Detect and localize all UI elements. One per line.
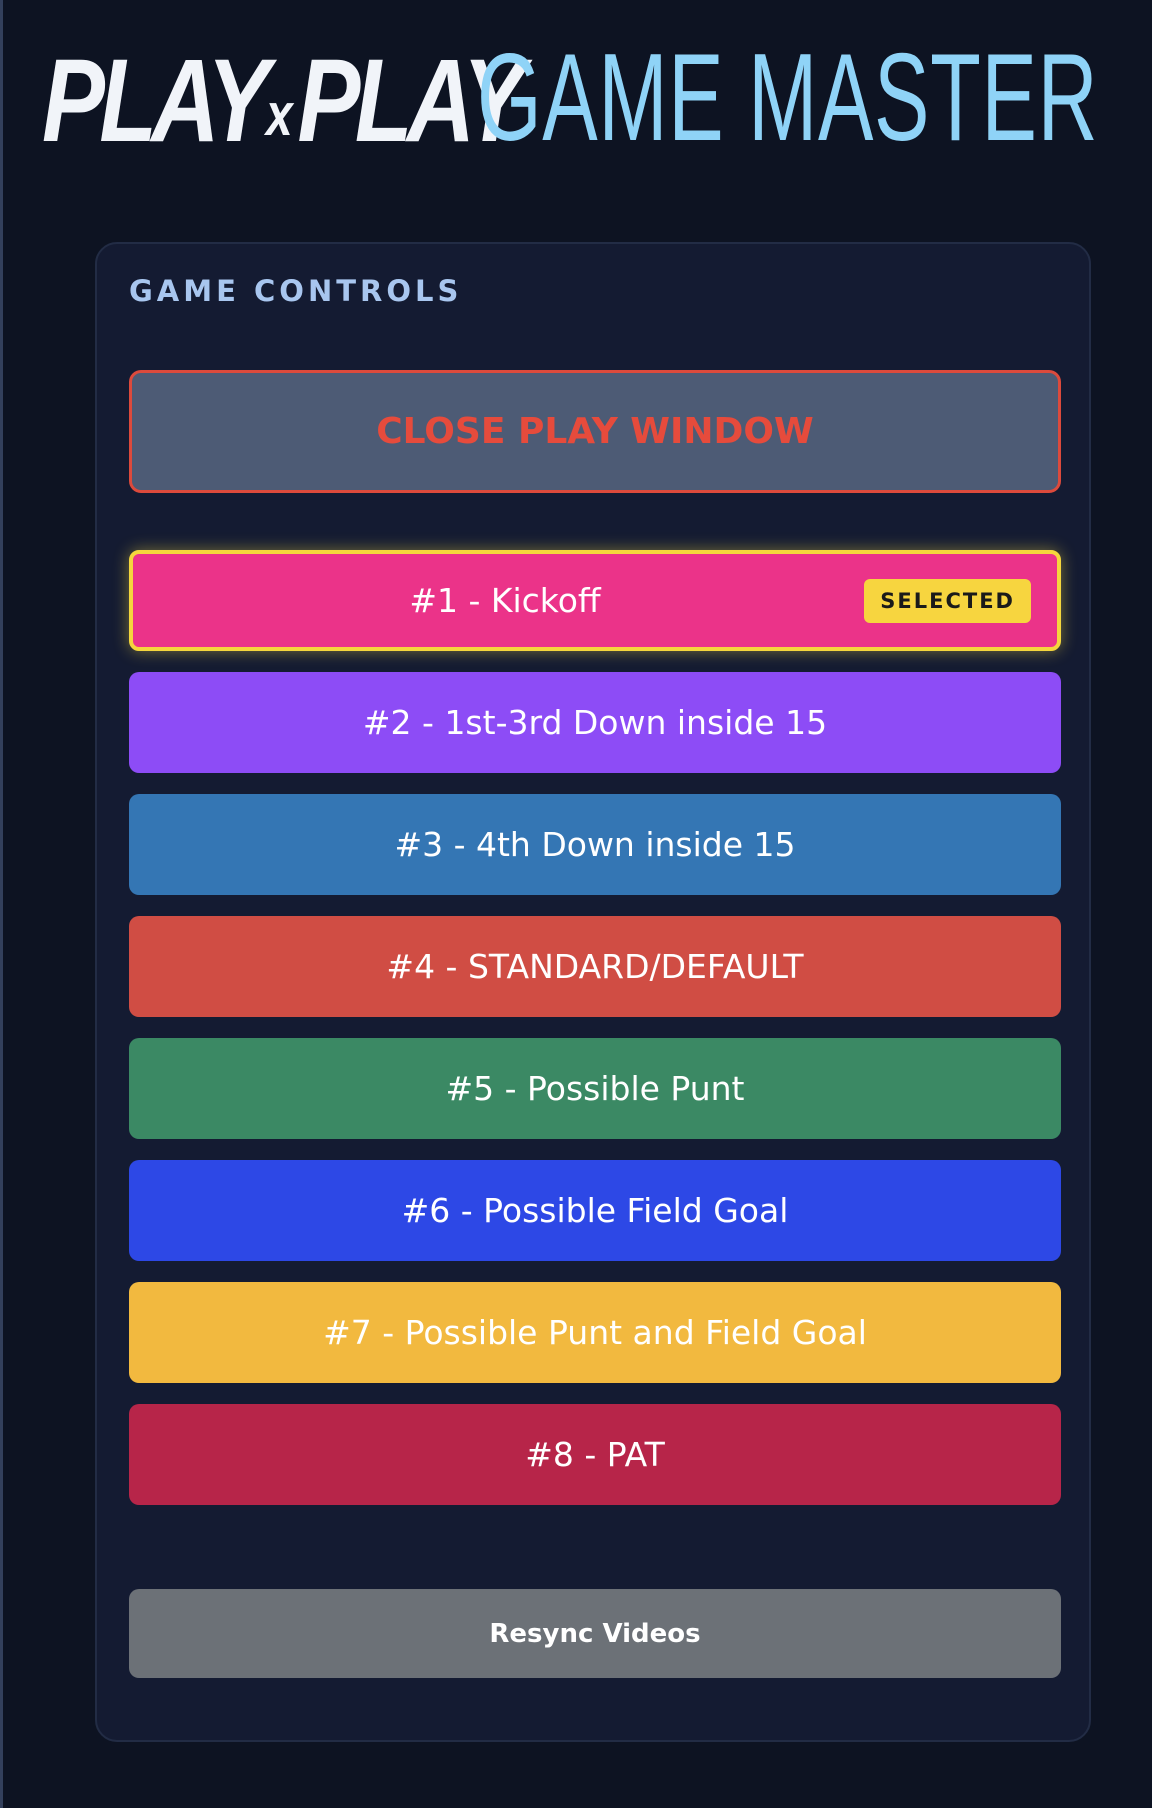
play-label: #7 - Possible Punt and Field Goal xyxy=(323,1313,867,1352)
app-header: PLAYxPLAY GAME MASTER xyxy=(42,36,1152,160)
play-button-2[interactable]: #2 - 1st-3rd Down inside 15 xyxy=(129,672,1061,773)
logo-text-x: x xyxy=(265,81,293,148)
play-button-7[interactable]: #7 - Possible Punt and Field Goal xyxy=(129,1282,1061,1383)
play-button-1[interactable]: #1 - Kickoff SELECTED xyxy=(129,550,1061,651)
resync-videos-button[interactable]: Resync Videos xyxy=(129,1589,1061,1678)
play-button-8[interactable]: #8 - PAT xyxy=(129,1404,1061,1505)
play-label: #1 - Kickoff xyxy=(409,581,601,620)
play-label: #3 - 4th Down inside 15 xyxy=(394,825,796,864)
play-button-5[interactable]: #5 - Possible Punt xyxy=(129,1038,1061,1139)
app-title: GAME MASTER xyxy=(477,29,1099,167)
logo-text-play-1: PLAY xyxy=(42,35,270,167)
play-button-3[interactable]: #3 - 4th Down inside 15 xyxy=(129,794,1061,895)
play-label: #4 - STANDARD/DEFAULT xyxy=(386,947,804,986)
play-label: #8 - PAT xyxy=(525,1435,665,1474)
play-button-4[interactable]: #4 - STANDARD/DEFAULT xyxy=(129,916,1061,1017)
window-edge xyxy=(0,0,3,1808)
play-label: #6 - Possible Field Goal xyxy=(401,1191,789,1230)
panel-title: GAME CONTROLS xyxy=(129,274,463,308)
playxplay-logo: PLAYxPLAY xyxy=(42,42,525,160)
game-controls-panel: GAME CONTROLS CLOSE PLAY WINDOW #1 - Kic… xyxy=(95,242,1091,1742)
play-label: #2 - 1st-3rd Down inside 15 xyxy=(362,703,828,742)
close-play-window-button[interactable]: CLOSE PLAY WINDOW xyxy=(129,370,1061,493)
play-button-6[interactable]: #6 - Possible Field Goal xyxy=(129,1160,1061,1261)
play-label: #5 - Possible Punt xyxy=(445,1069,745,1108)
selected-badge: SELECTED xyxy=(864,578,1031,623)
